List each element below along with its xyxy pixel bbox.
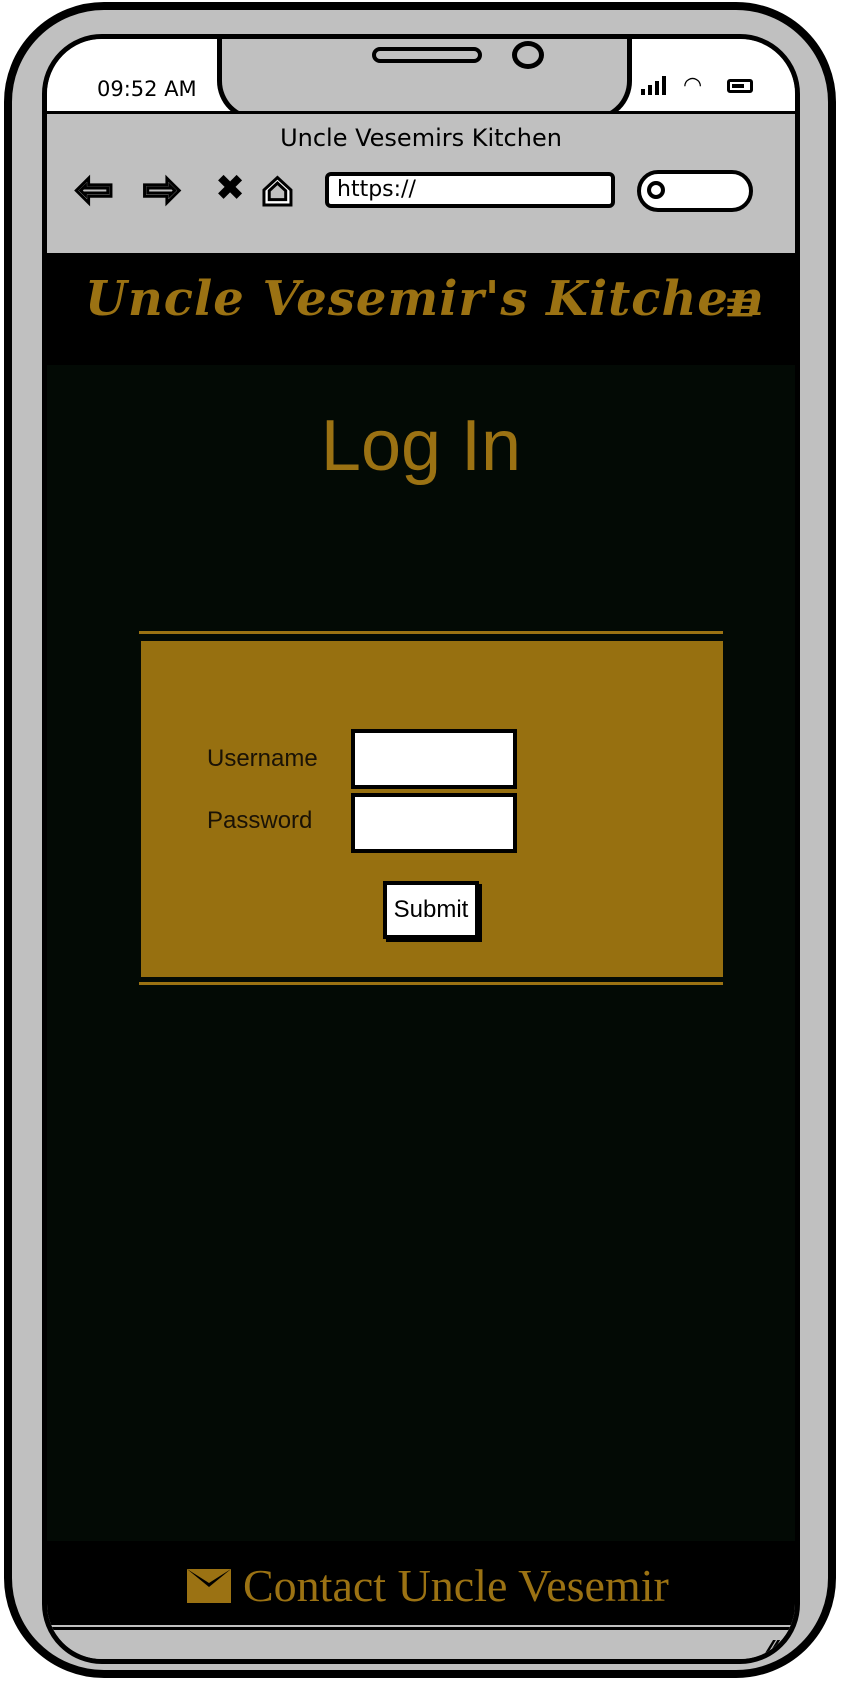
resize-handle-icon[interactable]: ⁄⁄ (766, 1636, 775, 1659)
screen: 09:52 AM ◠ Uncle Vesemirs Kitchen ⇦ ⇨ ✖ … (42, 34, 800, 1664)
site-brand[interactable]: Uncle Vesemir's Kitchen (85, 271, 765, 327)
speaker-icon (372, 47, 482, 63)
login-form: Username Password Submit (141, 641, 723, 977)
close-icon[interactable]: ✖ (215, 166, 245, 212)
forward-arrow-icon[interactable]: ⇨ (142, 165, 184, 214)
browser-bottom-bar: ⁄⁄ (51, 1627, 791, 1659)
browser-search[interactable] (637, 170, 753, 212)
username-label: Username (207, 745, 318, 772)
phone-notch (217, 39, 632, 121)
envelope-icon (187, 1568, 231, 1603)
password-label: Password (207, 807, 313, 834)
camera-icon (512, 41, 544, 69)
phone-frame: 09:52 AM ◠ Uncle Vesemirs Kitchen ⇦ ⇨ ✖ … (4, 2, 836, 1678)
site-header: Uncle Vesemir's Kitchen ≡ (47, 253, 795, 365)
back-arrow-icon[interactable]: ⇦ (74, 165, 116, 214)
hamburger-menu-icon[interactable]: ≡ (723, 287, 757, 327)
contact-link[interactable]: Contact Uncle Vesemir (187, 1559, 669, 1612)
search-icon (647, 181, 665, 199)
home-icon[interactable]: ⌂ (260, 165, 296, 214)
submit-button[interactable]: Submit (383, 881, 479, 939)
site-footer: Contact Uncle Vesemir (47, 1541, 795, 1625)
url-bar[interactable]: https:// (325, 172, 615, 208)
signal-icon (641, 75, 666, 95)
browser-title: Uncle Vesemirs Kitchen (280, 124, 562, 152)
status-time: 09:52 AM (97, 77, 197, 101)
main-content: Log In Username Password Submit (47, 365, 795, 1545)
contact-label: Contact Uncle Vesemir (243, 1560, 669, 1611)
battery-icon (727, 79, 753, 93)
username-input[interactable] (351, 729, 517, 789)
password-input[interactable] (351, 793, 517, 853)
browser-chrome: Uncle Vesemirs Kitchen ⇦ ⇨ ✖ ⌂ https:// (47, 111, 795, 254)
wifi-icon: ◠ (683, 73, 703, 98)
page-title: Log In (320, 406, 522, 486)
